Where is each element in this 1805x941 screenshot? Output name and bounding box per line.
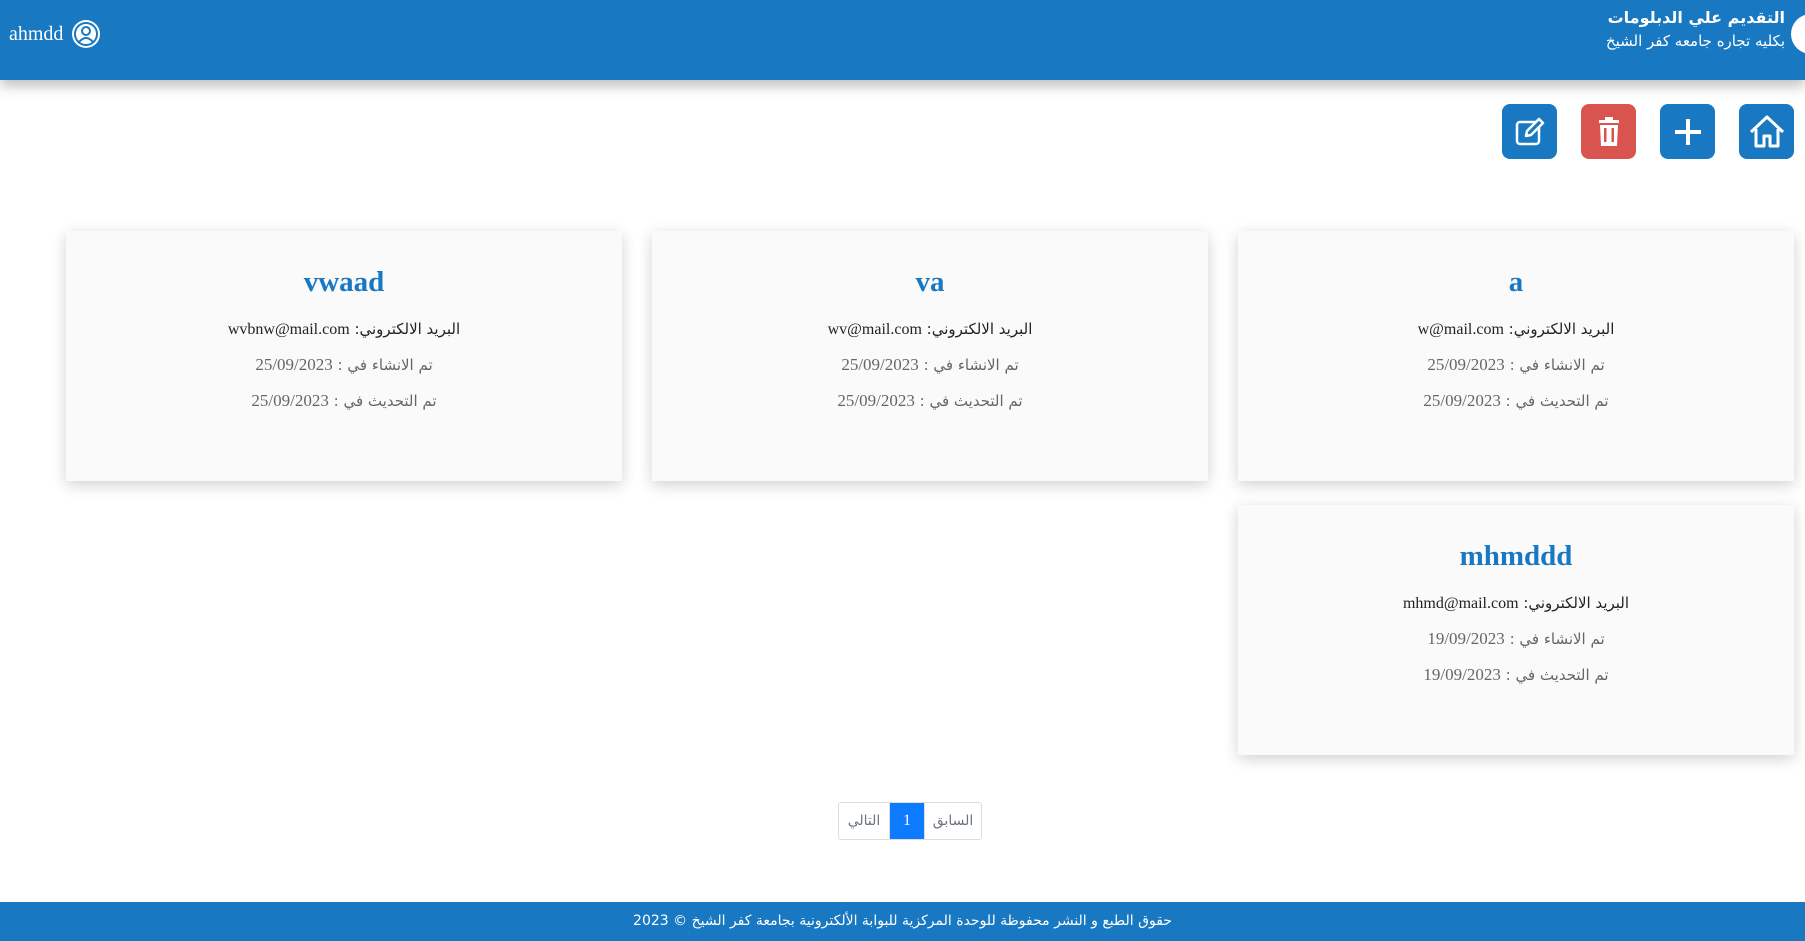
- card-email: البريد الالكتروني: w@mail.com: [1417, 320, 1615, 338]
- card-created: تم الانشاء في : 25/09/2023: [255, 355, 433, 374]
- user-card[interactable]: va البريد الالكتروني: wv@mail.com تم الا…: [652, 231, 1208, 481]
- page-1-button[interactable]: 1: [890, 803, 924, 839]
- card-created: تم الانشاء في : 25/09/2023: [841, 355, 1019, 374]
- card-updated: تم التحديث في : 25/09/2023: [251, 391, 437, 410]
- card-email: البريد الالكتروني: wv@mail.com: [827, 320, 1033, 338]
- plus-icon: [1674, 118, 1701, 145]
- user-card[interactable]: mhmddd البريد الالكتروني: mhmd@mail.com …: [1238, 505, 1794, 755]
- next-page-button[interactable]: التالي: [839, 803, 890, 839]
- user-menu[interactable]: ahmdd: [9, 18, 101, 50]
- add-button[interactable]: [1660, 104, 1715, 159]
- card-title[interactable]: va: [652, 264, 1208, 300]
- brand[interactable]: التقديم علي الدبلومات بكليه تجاره جامعه …: [1606, 7, 1785, 53]
- card-title[interactable]: mhmddd: [1238, 538, 1794, 574]
- edit-button[interactable]: [1502, 104, 1557, 159]
- trash-icon: [1598, 116, 1619, 146]
- brand-title: التقديم علي الدبلومات: [1607, 8, 1785, 27]
- user-card[interactable]: a البريد الالكتروني: w@mail.com تم الانش…: [1238, 231, 1794, 481]
- pagination: التالي 1 السابق: [838, 802, 982, 840]
- user-circle-icon[interactable]: [71, 19, 101, 49]
- user-card[interactable]: vwaad البريد الالكتروني: wvbnw@mail.com …: [66, 231, 622, 481]
- card-created: تم الانشاء في : 25/09/2023: [1427, 355, 1605, 374]
- home-icon: [1749, 115, 1784, 147]
- top-header: ahmdd التقديم علي الدبلومات بكليه تجاره …: [0, 0, 1805, 80]
- home-button[interactable]: [1739, 104, 1794, 159]
- card-created: تم الانشاء في : 19/09/2023: [1427, 629, 1605, 648]
- previous-page-button[interactable]: السابق: [924, 803, 981, 839]
- edit-icon: [1515, 117, 1544, 145]
- footer: حقوق الطبع و النشر محفوظة للوحدة المركزي…: [0, 902, 1805, 941]
- card-title[interactable]: vwaad: [66, 264, 622, 300]
- brand-subtitle: بكليه تجاره جامعه كفر الشيخ: [1605, 32, 1785, 50]
- footer-copyright: حقوق الطبع و النشر محفوظة للوحدة المركزي…: [633, 913, 1172, 929]
- delete-button[interactable]: [1581, 104, 1636, 159]
- card-title[interactable]: a: [1238, 264, 1794, 300]
- user-name[interactable]: ahmdd: [9, 23, 63, 46]
- card-updated: تم التحديث في : 19/09/2023: [1423, 665, 1609, 684]
- card-updated: تم التحديث في : 25/09/2023: [1423, 391, 1609, 410]
- logo-icon: [1791, 14, 1805, 54]
- card-updated: تم التحديث في : 25/09/2023: [837, 391, 1023, 410]
- card-email: البريد الالكتروني: wvbnw@mail.com: [227, 320, 461, 338]
- card-email: البريد الالكتروني: mhmd@mail.com: [1402, 594, 1630, 612]
